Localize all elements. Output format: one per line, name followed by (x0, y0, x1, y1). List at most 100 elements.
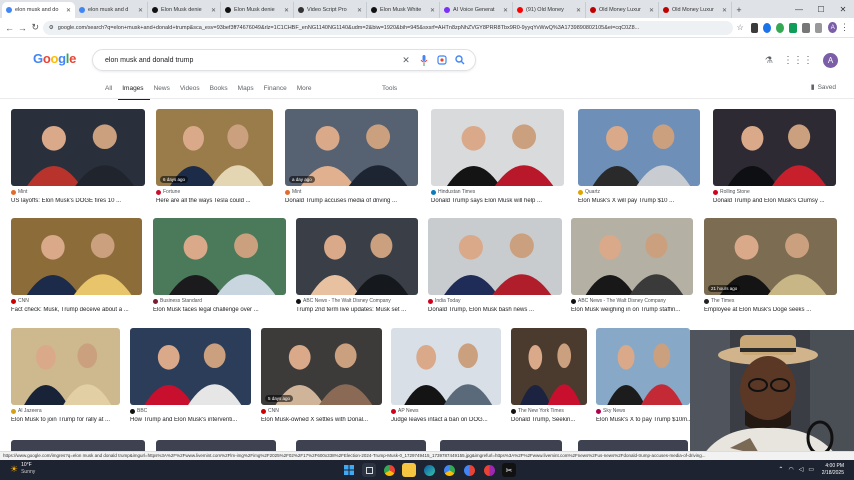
result-source: CNN (261, 408, 279, 414)
result-title[interactable]: Elon Musk faces legal challenge over ... (153, 307, 286, 313)
result-source: Mint (11, 189, 27, 195)
result-title[interactable]: Donald Trump and Elon Musk's Clumsy ... (713, 198, 836, 204)
chrome-profile-icon[interactable] (482, 463, 496, 477)
result-title[interactable]: Donald Trump, Seekin... (511, 417, 587, 423)
result-thumbnail[interactable]: 6 days ago (156, 109, 273, 186)
source-favicon-icon (11, 408, 16, 414)
result-source: Business Standard (153, 298, 202, 304)
source-name: Hindustan Times (438, 189, 476, 195)
source-name: India Today (435, 298, 461, 304)
image-result-card[interactable]: 6 days ago Fortune Here are all the ways T… (156, 109, 273, 212)
result-thumbnail[interactable] (578, 109, 700, 186)
source-name: Al Jazeera (18, 408, 42, 414)
result-thumbnail[interactable] (713, 109, 836, 186)
image-result-card[interactable]: Mint US layoffs: Elon Musk's DOGE fires 1… (11, 109, 145, 212)
result-thumbnail-partial[interactable] (156, 440, 276, 451)
result-title[interactable]: Elon Musk-owned X settles with Donal... (261, 417, 382, 423)
taskbar-apps: ✂ (342, 463, 516, 477)
source-name: Quartz (585, 189, 601, 195)
result-thumbnail-partial[interactable] (11, 440, 145, 451)
image-result-card[interactable]: Sky News Elon Musk's X to pay Trump $10m.… (596, 328, 690, 431)
image-result-card[interactable]: a day ago Mint Donald Trump accuses media … (285, 109, 418, 212)
image-result-card[interactable]: Al Jazeera Elon Musk to join Trump for ra… (11, 328, 120, 431)
edge-icon[interactable] (422, 463, 436, 477)
source-favicon-icon (11, 298, 16, 304)
source-favicon-icon (511, 408, 516, 414)
weather-temp: 10°F (21, 462, 32, 468)
source-name: The New York Times (518, 408, 564, 414)
image-result-card[interactable]: Hindustan Times Donald Trump says Elon Mu… (431, 109, 564, 212)
result-thumbnail[interactable]: a day ago (285, 109, 418, 186)
sun-icon: ☀ (10, 463, 19, 474)
result-title[interactable]: Employee at Elon Musk's Doge seeks ... (704, 307, 837, 313)
result-title[interactable]: Elon Musk's X will pay Trump $10 ... (578, 198, 700, 204)
result-source: Fortune (156, 189, 180, 195)
result-thumbnail[interactable] (571, 218, 693, 295)
result-thumbnail-partial[interactable] (440, 440, 562, 451)
result-thumbnail[interactable] (11, 218, 142, 295)
result-title[interactable]: Judge leaves intact a ban on DOG... (391, 417, 501, 423)
result-title[interactable]: Donald Trump says Elon Musk will help ..… (431, 198, 564, 204)
result-thumbnail[interactable] (511, 328, 587, 405)
result-thumbnail[interactable] (391, 328, 501, 405)
result-title[interactable]: Fact check: Musk, Trump deceive about a … (11, 307, 142, 313)
clock-date: 2/18/2025 (821, 470, 844, 476)
image-result-card[interactable]: Quartz Elon Musk's X will pay Trump $10 .… (578, 109, 700, 212)
result-title[interactable]: Elon Musk's X to pay Trump $10m... (596, 417, 690, 423)
result-thumbnail[interactable] (428, 218, 562, 295)
result-thumbnail[interactable] (11, 328, 120, 405)
image-result-card[interactable]: The New York Times Donald Trump, Seekin..… (511, 328, 587, 431)
image-result-card[interactable]: Business Standard Elon Musk faces legal c… (153, 218, 286, 321)
image-result-card[interactable]: AP News Judge leaves intact a ban on DOG.… (391, 328, 501, 431)
image-result-card[interactable]: Rolling Stone Donald Trump and Elon Musk'… (713, 109, 836, 212)
volume-icon[interactable]: ◁ (799, 466, 804, 473)
source-favicon-icon (391, 408, 396, 414)
result-title[interactable]: Trump 2nd term live updates: Musk set ..… (296, 307, 418, 313)
result-thumbnail[interactable]: 5 days ago (261, 328, 382, 405)
time-badge: 5 days ago (265, 395, 294, 402)
file-explorer-icon[interactable] (402, 463, 416, 477)
taskbar-clock[interactable]: 4:00 PM 2/18/2025 (822, 463, 844, 477)
capcut-icon[interactable]: ✂ (502, 463, 516, 477)
result-title[interactable]: Elon Musk weighing in on Trump staffin..… (571, 307, 693, 313)
result-thumbnail[interactable] (130, 328, 251, 405)
source-name: BBC (137, 408, 148, 414)
chrome-profile-icon[interactable] (462, 463, 476, 477)
result-title[interactable]: Donald Trump, Elon Musk bash news ... (428, 307, 562, 313)
windows-start-icon[interactable] (342, 463, 356, 477)
source-name: ABC News - The Walt Disney Company (578, 298, 666, 304)
image-result-card[interactable]: ABC News - The Walt Disney Company Elon M… (571, 218, 693, 321)
result-title[interactable]: How Trump and Elon Musk's interventi... (130, 417, 251, 423)
result-thumbnail-partial[interactable] (578, 440, 688, 451)
source-favicon-icon (285, 189, 290, 195)
result-thumbnail-partial[interactable] (296, 440, 426, 451)
source-favicon-icon (596, 408, 601, 414)
result-thumbnail[interactable] (431, 109, 564, 186)
result-source: Quartz (578, 189, 600, 195)
image-result-card[interactable]: India Today Donald Trump, Elon Musk bash … (428, 218, 562, 321)
result-thumbnail[interactable] (296, 218, 418, 295)
image-result-card[interactable]: ABC News - The Walt Disney Company Trump … (296, 218, 418, 321)
image-result-card[interactable]: BBC How Trump and Elon Musk's interventi.… (130, 328, 251, 431)
chrome-profile-icon[interactable] (442, 463, 456, 477)
battery-icon[interactable]: ▭ (808, 466, 814, 473)
chrome-icon[interactable] (382, 463, 396, 477)
source-name: AP News (398, 408, 419, 414)
result-title[interactable]: Donald Trump accuses media of driving ..… (285, 198, 418, 204)
result-title[interactable]: Here are all the ways Tesla could ... (156, 198, 273, 204)
result-source: CNN (11, 298, 29, 304)
result-thumbnail[interactable] (596, 328, 690, 405)
image-result-card[interactable]: 5 days ago CNN Elon Musk-owned X settles w… (261, 328, 382, 431)
tray-chevron-icon[interactable]: ⌃ (778, 466, 783, 473)
weather-widget[interactable]: ☀ 10°F Sunny (10, 462, 35, 476)
result-title[interactable]: Elon Musk to join Trump for rally at ... (11, 417, 120, 423)
result-thumbnail[interactable] (11, 109, 145, 186)
wifi-icon[interactable]: ◠ (788, 466, 793, 473)
result-thumbnail[interactable] (153, 218, 286, 295)
task-view-icon[interactable] (362, 463, 376, 477)
result-thumbnail[interactable]: 21 hours ago (704, 218, 837, 295)
image-result-card[interactable]: CNN Fact check: Musk, Trump deceive about… (11, 218, 142, 321)
result-title[interactable]: US layoffs: Elon Musk's DOGE fires 10 ..… (11, 198, 145, 204)
image-result-card[interactable]: 21 hours ago The Times Employee at Elon Mu… (704, 218, 837, 321)
presenter-video (690, 330, 854, 460)
